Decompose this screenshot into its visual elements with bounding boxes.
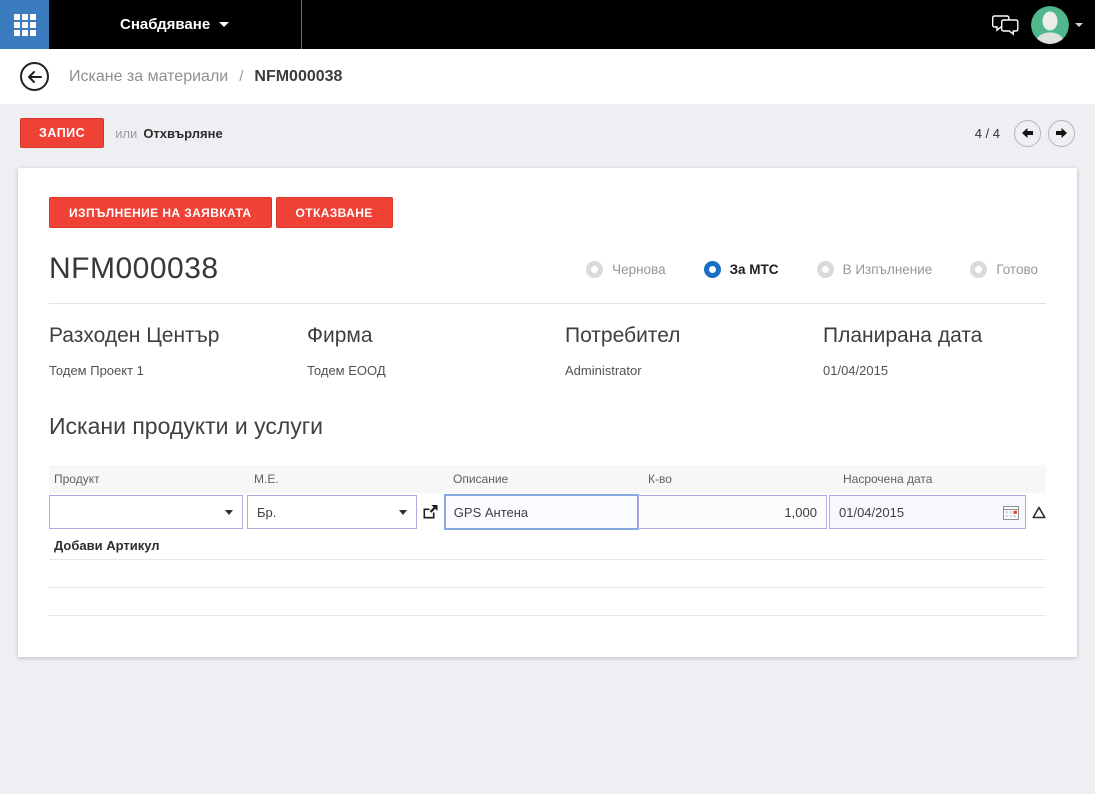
empty-line-row (49, 615, 1046, 643)
arrow-left-icon (1022, 128, 1033, 138)
discard-link[interactable]: Отхвърляне (143, 126, 222, 141)
add-item-link[interactable]: Добави Артикул (49, 538, 160, 553)
field-planned-date: Планирана дата 01/04/2015 (823, 324, 1081, 378)
open-record-button[interactable] (421, 495, 441, 529)
column-header-product: Продукт (54, 472, 100, 486)
save-button[interactable]: ЗАПИС (20, 118, 105, 148)
breadcrumb-separator: / (239, 68, 244, 85)
document-title: NFM000038 (49, 252, 219, 285)
document-card: ИЗПЪЛНЕНИЕ НА ЗАЯВКАТА ОТКАЗВАНЕ NFM0000… (18, 168, 1077, 657)
back-button[interactable] (20, 62, 49, 91)
empty-line-rows (49, 559, 1046, 643)
apps-menu-button[interactable] (0, 0, 49, 49)
avatar (1031, 5, 1069, 44)
field-company: Фирма Тодем ЕООД (307, 324, 565, 378)
column-header-uom: М.Е. (254, 472, 279, 486)
product-select[interactable] (49, 495, 243, 529)
quantity-input[interactable] (637, 495, 827, 529)
or-label: или (115, 125, 138, 141)
chevron-down-icon (225, 509, 233, 515)
line-row: Бр. 01/04/2015 (49, 494, 1046, 530)
field-value: Тодем Проект 1 (49, 363, 144, 378)
radio-icon (970, 260, 988, 278)
record-pager: 4 / 4 (974, 119, 1075, 147)
chevron-down-icon (219, 22, 230, 27)
warning-triangle-icon (1032, 506, 1046, 518)
field-user: Потребител Administrator (565, 324, 823, 378)
chat-icon (992, 14, 1019, 36)
radio-icon (586, 260, 604, 278)
chat-button[interactable] (992, 14, 1020, 36)
pager-count: 4 / 4 (974, 125, 1000, 141)
radio-icon (703, 260, 721, 278)
status-for-mts[interactable]: За МТС (703, 260, 779, 278)
arrow-right-icon (1056, 128, 1067, 138)
field-label: Потребител (565, 324, 681, 347)
status-in-progress[interactable]: В Изпълнение (816, 260, 933, 278)
workflow-actions: ИЗПЪЛНЕНИЕ НА ЗАЯВКАТА ОТКАЗВАНЕ (49, 197, 1046, 228)
save-toolbar: ЗАПИС или Отхвърляне 4 / 4 (0, 105, 1095, 161)
execute-request-button[interactable]: ИЗПЪЛНЕНИЕ НА ЗАЯВКАТА (49, 197, 272, 228)
column-header-description: Описание (453, 472, 509, 486)
user-menu[interactable] (1031, 5, 1083, 44)
breadcrumb-section[interactable]: Искане за материали (69, 68, 228, 86)
title-row: NFM000038 Чернова За МТС В Изпълнение Го… (49, 252, 1046, 304)
status-done[interactable]: Готово (970, 260, 1038, 278)
topbar-divider (301, 0, 302, 49)
column-header-quantity: К-во (648, 472, 672, 486)
prev-record-button[interactable] (1014, 119, 1041, 147)
field-label: Разходен Център (49, 324, 220, 347)
empty-line-row (49, 559, 1046, 587)
status-radio-group: Чернова За МТС В Изпълнение Готово (586, 260, 1046, 278)
status-label: Готово (996, 261, 1038, 277)
empty-line-row (49, 587, 1046, 615)
topbar-right (992, 5, 1095, 44)
header-fields: Разходен Център Тодем Проект 1 Фирма Тод… (49, 324, 1046, 378)
field-value: 01/04/2015 (823, 363, 889, 378)
scheduled-date-input[interactable]: 01/04/2015 (829, 495, 1026, 529)
module-menu[interactable]: Снабдяване (120, 16, 230, 33)
breadcrumb-current: NFM000038 (254, 67, 343, 85)
next-record-button[interactable] (1048, 119, 1075, 147)
lines-section-title: Искани продукти и услуги (49, 413, 324, 439)
status-label: Чернова (612, 261, 666, 277)
field-value: Тодем ЕООД (307, 363, 386, 378)
column-header-scheduled-date: Насрочена дата (843, 472, 933, 486)
status-label: За МТС (729, 261, 779, 277)
field-value: Administrator (565, 363, 642, 378)
breadcrumb: Искане за материали / NFM000038 (69, 68, 342, 86)
topbar: Снабдяване (0, 0, 1095, 49)
apps-grid-icon (13, 13, 36, 36)
chevron-down-icon (399, 509, 407, 515)
lines-table-header: Продукт М.Е. Описание К-во Насрочена дат… (49, 465, 1046, 493)
breadcrumb-bar: Искане за материали / NFM000038 (0, 49, 1095, 105)
uom-select-value: Бр. (257, 504, 277, 520)
radio-icon (816, 260, 834, 278)
share-out-icon (423, 505, 438, 519)
arrow-left-icon (28, 70, 42, 83)
cancel-request-button[interactable]: ОТКАЗВАНЕ (275, 197, 393, 228)
field-label: Планирана дата (823, 324, 983, 347)
uom-select[interactable]: Бр. (247, 495, 417, 529)
status-draft[interactable]: Чернова (586, 260, 666, 278)
calendar-icon (1003, 505, 1019, 520)
description-input[interactable] (443, 494, 639, 530)
scheduled-date-value: 01/04/2015 (839, 504, 905, 520)
field-cost-center: Разходен Център Тодем Проект 1 (49, 324, 307, 378)
field-label: Фирма (307, 324, 373, 347)
status-label: В Изпълнение (842, 261, 933, 277)
module-menu-label: Снабдяване (120, 16, 211, 33)
line-warning-button[interactable] (1032, 506, 1046, 519)
page: Снабдяване Искане за материали / NFM0000… (0, 0, 1095, 794)
chevron-down-icon (1075, 22, 1083, 27)
